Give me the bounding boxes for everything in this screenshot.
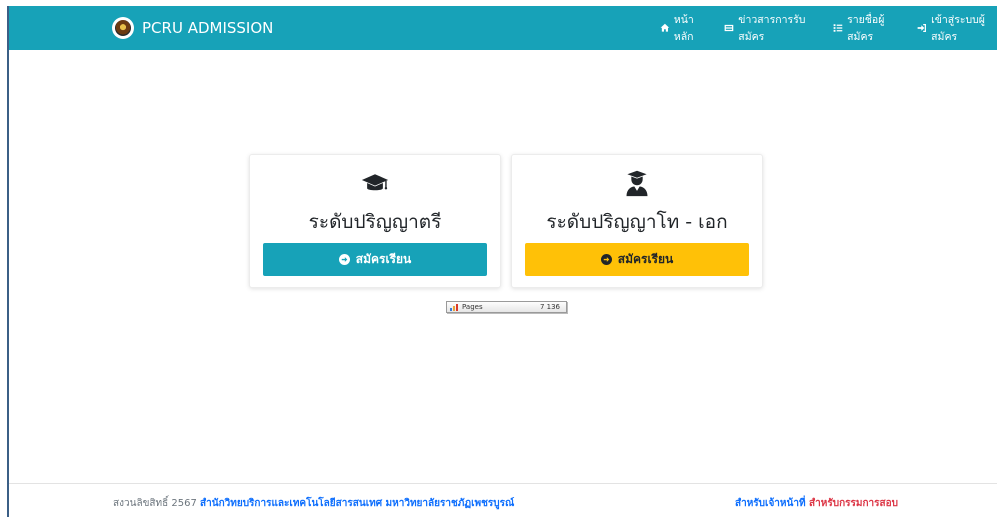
staff-link[interactable]: สำหรับเจ้าหน้าที่ <box>735 498 806 509</box>
left-border <box>7 6 9 517</box>
list-icon <box>833 24 843 32</box>
nav-news-label: ข่าวสารการรับสมัคร <box>738 14 806 43</box>
footer-staff-links: สำหรับเจ้าหน้าที่ สำหรับกรรมการสอบ <box>735 496 898 511</box>
sign-in-icon <box>917 23 927 33</box>
footer-copyright: สงวนลิขสิทธิ์ 2567 สำนักวิทยบริการและเทค… <box>113 496 514 511</box>
brand-name: PCRU ADMISSION <box>142 19 274 37</box>
graduation-cap-icon <box>361 174 389 191</box>
nav-home[interactable]: หน้าหลัก <box>660 11 706 45</box>
nav-links: หน้าหลัก ข่าวสารการรับสมัคร รายชื่อผู้สม… <box>660 6 997 50</box>
graduate-apply-label: สมัครเรียน <box>617 252 674 266</box>
committee-link[interactable]: สำหรับกรรมการสอบ <box>809 498 898 509</box>
arrow-circle-right-icon <box>600 254 612 265</box>
graduate-apply-button[interactable]: สมัครเรียน <box>525 243 749 276</box>
bachelor-apply-button[interactable]: สมัครเรียน <box>263 243 487 276</box>
counter-label: Pages <box>462 303 483 311</box>
nav-applicant-list-label: รายชื่อผู้สมัคร <box>847 14 885 43</box>
copyright-text: สงวนลิขสิทธิ์ 2567 <box>113 498 197 509</box>
user-graduate-icon <box>626 170 648 197</box>
home-icon <box>660 23 670 32</box>
graduate-title: ระดับปริญญาโท - เอก <box>546 211 728 233</box>
arrow-circle-right-icon <box>338 254 350 265</box>
newspaper-icon <box>725 24 734 32</box>
top-navbar: PCRU ADMISSION หน้าหลัก ข่าวสารการรับสมั… <box>9 6 997 50</box>
page-view-counter[interactable]: Pages 7 136 <box>446 301 567 313</box>
brand-link[interactable]: PCRU ADMISSION <box>112 6 273 50</box>
nav-news[interactable]: ข่าวสารการรับสมัคร <box>724 11 815 45</box>
bar-chart-icon <box>450 303 458 311</box>
organization-link[interactable]: สำนักวิทยบริการและเทคโนโลยีสารสนเทศ มหาว… <box>200 498 514 509</box>
footer: สงวนลิขสิทธิ์ 2567 สำนักวิทยบริการและเทค… <box>9 484 997 517</box>
nav-applicant-login-label: เข้าสู่ระบบผู้สมัคร <box>931 14 985 43</box>
bachelor-title: ระดับปริญญาตรี <box>308 211 442 233</box>
bachelor-card: ระดับปริญญาตรี สมัครเรียน <box>249 154 501 288</box>
graduate-card: ระดับปริญญาโท - เอก สมัครเรียน <box>511 154 763 288</box>
program-cards: ระดับปริญญาตรี สมัครเรียน ระดับปริญญาโท … <box>249 154 763 288</box>
nav-applicant-login[interactable]: เข้าสู่ระบบผู้สมัคร <box>917 11 997 45</box>
counter-value: 7 136 <box>539 303 560 311</box>
university-logo-icon <box>112 17 134 39</box>
bachelor-apply-label: สมัครเรียน <box>355 252 412 266</box>
nav-home-label: หน้าหลัก <box>673 14 694 43</box>
nav-applicant-list[interactable]: รายชื่อผู้สมัคร <box>833 11 899 45</box>
